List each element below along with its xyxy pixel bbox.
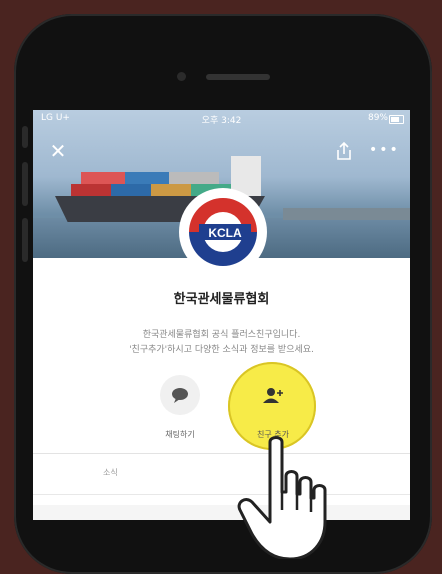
port-crane bbox=[283, 208, 410, 220]
profile-logo: KCLA bbox=[181, 190, 265, 274]
close-icon: ✕ bbox=[49, 139, 67, 163]
front-camera bbox=[177, 72, 186, 81]
volume-down-button bbox=[22, 218, 28, 262]
chat-label: 채팅하기 bbox=[165, 430, 195, 439]
status-bar: LG U+ 오후 3:42 89% bbox=[33, 110, 410, 128]
battery-icon bbox=[389, 115, 404, 124]
profile-description: 한국관세물류협회 공식 플러스친구입니다. '친구추가'하시고 다양한 소식과 … bbox=[33, 328, 410, 358]
earpiece bbox=[206, 74, 270, 80]
content-strip bbox=[33, 505, 410, 520]
chat-circle bbox=[160, 375, 200, 415]
pointing-hand-icon bbox=[237, 436, 327, 559]
close-button[interactable]: ✕ bbox=[47, 140, 69, 162]
tab-underline bbox=[33, 494, 410, 495]
chat-bubble-icon bbox=[172, 388, 188, 403]
highlight-overlay-content: 친구 추가 bbox=[238, 375, 308, 440]
more-button[interactable]: ••• bbox=[369, 142, 400, 160]
status-time: 오후 3:42 bbox=[201, 116, 242, 126]
share-icon bbox=[337, 141, 351, 160]
phone-screen: LG U+ 오후 3:42 89% ✕ ••• KCLA 한국관세물류협회 한국… bbox=[33, 110, 410, 520]
mute-switch bbox=[22, 126, 28, 148]
share-button[interactable] bbox=[333, 140, 355, 162]
logo-text: KCLA bbox=[208, 226, 242, 240]
add-friend-icon bbox=[263, 388, 283, 403]
volume-up-button bbox=[22, 162, 28, 206]
profile-name: 한국관세물류협회 bbox=[173, 292, 270, 307]
section-divider bbox=[33, 453, 410, 454]
description-line-2: '친구추가'하시고 다양한 소식과 정보를 받으세요. bbox=[129, 345, 314, 355]
battery-percent: 89% bbox=[367, 113, 388, 123]
description-line-1: 한국관세물류협회 공식 플러스친구입니다. bbox=[142, 330, 301, 340]
more-icon: ••• bbox=[369, 142, 400, 158]
chat-button[interactable]: 채팅하기 bbox=[145, 375, 215, 440]
tab-news[interactable]: 소식 bbox=[103, 467, 118, 478]
